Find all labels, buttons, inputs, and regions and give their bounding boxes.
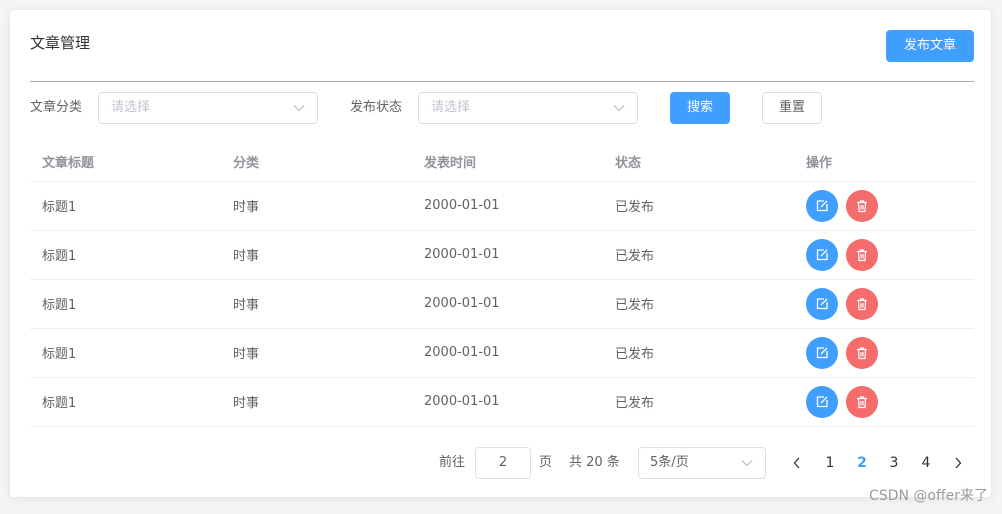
cell-title: 标题1 — [30, 279, 221, 329]
delete-icon — [857, 199, 867, 212]
column-header-actions: 操作 — [794, 142, 974, 182]
page-button-3[interactable]: 3 — [879, 447, 909, 479]
status-filter-label: 发布状态 — [350, 100, 403, 115]
page-button-4[interactable]: 4 — [911, 447, 941, 479]
column-header-status: 状态 — [603, 142, 794, 182]
total-count: 共 20 条 — [569, 455, 620, 470]
category-select[interactable]: 请选择 — [98, 92, 318, 124]
cell-date: 2000-01-01 — [412, 377, 603, 427]
goto-prefix-label: 前往 — [439, 455, 466, 470]
cell-actions — [794, 181, 974, 231]
cell-category: 时事 — [221, 181, 412, 231]
column-header-date: 发表时间 — [412, 142, 603, 182]
table-row: 标题1 时事 2000-01-01 已发布 — [30, 181, 974, 231]
goto-suffix-label: 页 — [539, 455, 553, 470]
edit-button[interactable] — [806, 238, 838, 271]
cell-date: 2000-01-01 — [412, 230, 603, 280]
table-header-row: 文章标题 分类 发表时间 状态 操作 — [30, 142, 974, 182]
chevron-down-icon — [741, 460, 753, 467]
chevron-down-icon — [293, 105, 305, 112]
cell-title: 标题1 — [30, 328, 221, 378]
cell-actions — [794, 377, 974, 427]
delete-button[interactable] — [846, 336, 878, 369]
category-select-placeholder: 请选择 — [111, 100, 151, 115]
articles-table: 文章标题 分类 发表时间 状态 操作 标题1 时事 2000-01-01 已发布… — [30, 142, 974, 427]
article-management-card: 文章管理 发布文章 文章分类 请选择 发布状态 请选择 搜索 重置 文章标题 分… — [9, 9, 992, 498]
page-button-2[interactable]: 2 — [847, 447, 877, 479]
cell-status: 已发布 — [603, 279, 794, 329]
edit-icon — [816, 297, 828, 309]
cell-status: 已发布 — [603, 181, 794, 231]
cell-title: 标题1 — [30, 181, 221, 231]
cell-category: 时事 — [221, 230, 412, 280]
cell-category: 时事 — [221, 279, 412, 329]
cell-actions — [794, 230, 974, 280]
delete-button[interactable] — [846, 385, 878, 418]
prev-page-button[interactable] — [785, 447, 809, 479]
cell-date: 2000-01-01 — [412, 328, 603, 378]
cell-date: 2000-01-01 — [412, 279, 603, 329]
edit-icon — [816, 199, 828, 211]
table-row: 标题1 时事 2000-01-01 已发布 — [30, 328, 974, 378]
page-size-select[interactable]: 5条/页 — [638, 447, 766, 479]
table-row: 标题1 时事 2000-01-01 已发布 — [30, 377, 974, 427]
delete-icon — [857, 395, 867, 408]
delete-icon — [857, 346, 867, 359]
delete-icon — [857, 248, 867, 261]
edit-button[interactable] — [806, 385, 838, 418]
delete-button[interactable] — [846, 238, 878, 271]
table-row: 标题1 时事 2000-01-01 已发布 — [30, 230, 974, 280]
delete-button[interactable] — [846, 189, 878, 222]
delete-button[interactable] — [846, 287, 878, 320]
column-header-category: 分类 — [221, 142, 412, 182]
cell-actions — [794, 279, 974, 329]
cell-status: 已发布 — [603, 230, 794, 280]
cell-actions — [794, 328, 974, 378]
table-row: 标题1 时事 2000-01-01 已发布 — [30, 279, 974, 329]
edit-button[interactable] — [806, 189, 838, 222]
category-filter-label: 文章分类 — [30, 100, 83, 115]
status-select-placeholder: 请选择 — [431, 100, 471, 115]
chevron-left-icon — [793, 457, 800, 469]
chevron-right-icon — [955, 457, 962, 469]
cell-status: 已发布 — [603, 328, 794, 378]
cell-date: 2000-01-01 — [412, 181, 603, 231]
edit-icon — [816, 248, 828, 260]
edit-icon — [816, 346, 828, 358]
divider — [30, 81, 974, 82]
chevron-down-icon — [613, 105, 625, 112]
column-header-title: 文章标题 — [30, 142, 221, 182]
delete-icon — [857, 297, 867, 310]
edit-button[interactable] — [806, 287, 838, 320]
edit-icon — [816, 395, 828, 407]
publish-article-button[interactable]: 发布文章 — [886, 30, 974, 62]
next-page-button[interactable] — [946, 447, 970, 479]
page-title: 文章管理 — [30, 34, 91, 52]
page-button-1[interactable]: 1 — [815, 447, 845, 479]
search-button[interactable]: 搜索 — [670, 92, 730, 124]
cell-category: 时事 — [221, 328, 412, 378]
cell-title: 标题1 — [30, 230, 221, 280]
status-select[interactable]: 请选择 — [418, 92, 638, 124]
goto-page-input[interactable]: 2 — [475, 447, 531, 479]
edit-button[interactable] — [806, 336, 838, 369]
watermark-text: CSDN @offer来了 — [869, 488, 988, 504]
reset-button[interactable]: 重置 — [762, 92, 822, 124]
page-size-value: 5条/页 — [650, 455, 689, 470]
cell-status: 已发布 — [603, 377, 794, 427]
cell-title: 标题1 — [30, 377, 221, 427]
cell-category: 时事 — [221, 377, 412, 427]
